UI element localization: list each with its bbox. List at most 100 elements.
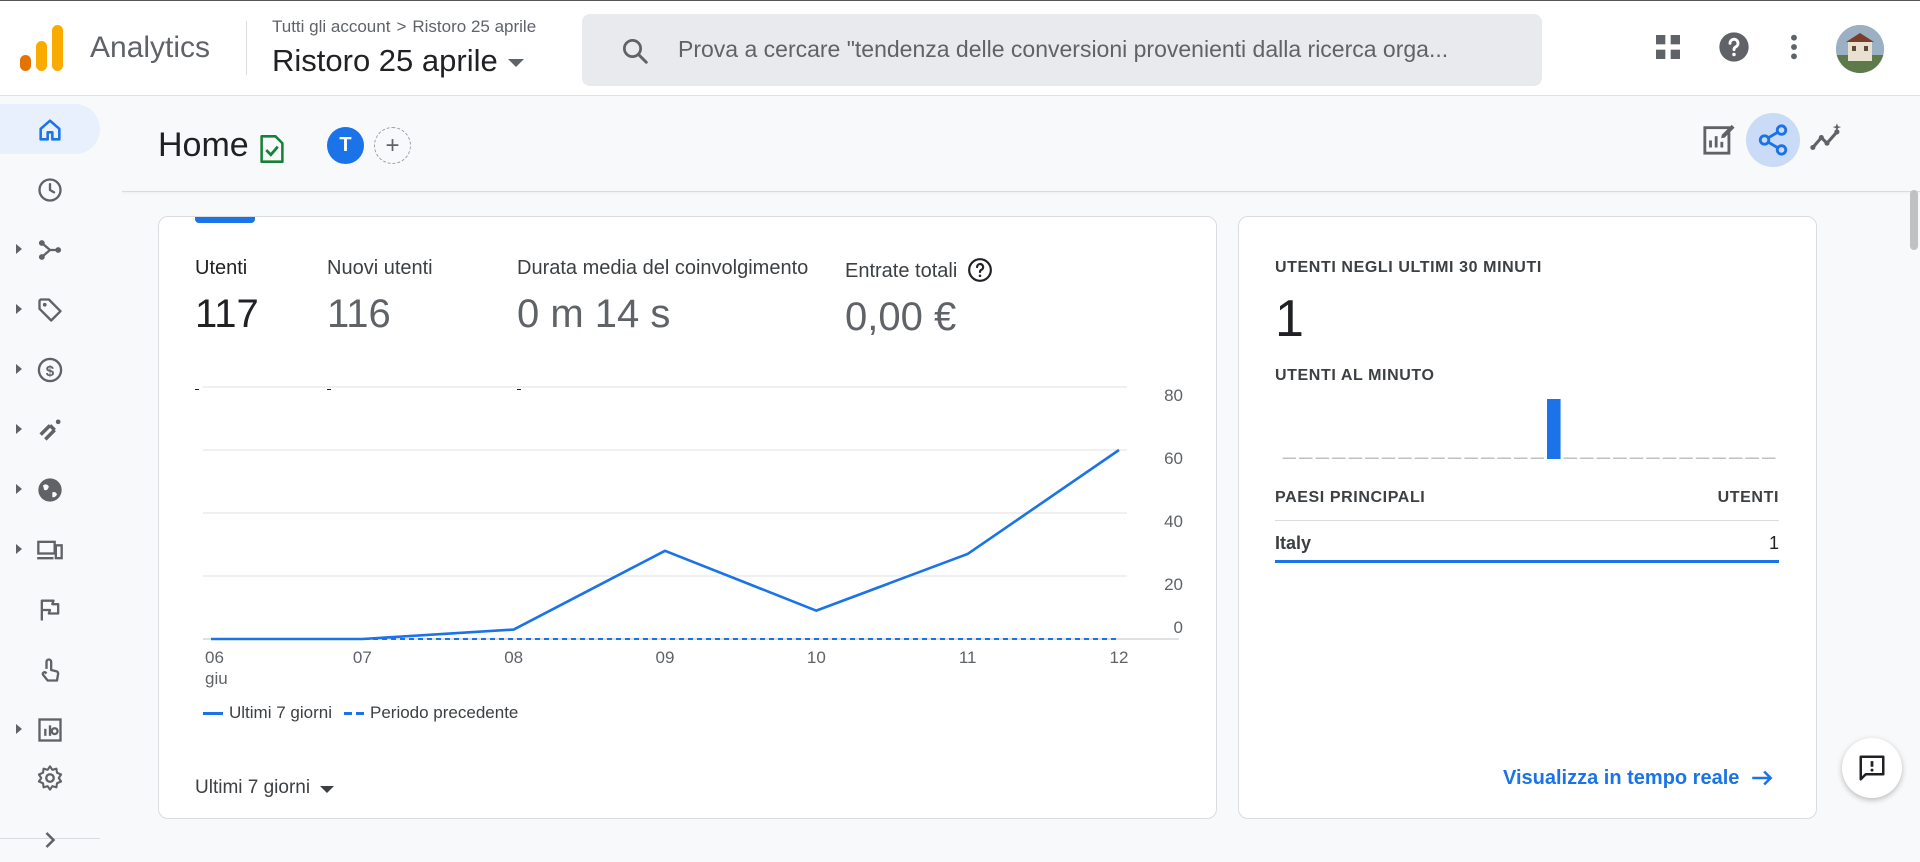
minute-bar[interactable] (1282, 457, 1297, 460)
devices-icon (37, 540, 63, 560)
y-tick-label: 80 (1164, 386, 1183, 405)
analytics-logo[interactable] (20, 25, 64, 71)
minute-bar[interactable] (1447, 457, 1462, 460)
minute-bar[interactable] (1398, 457, 1412, 460)
avatar-image (1836, 25, 1884, 73)
search-icon (623, 39, 648, 64)
svg-text:$: $ (46, 363, 55, 380)
sidebar-item-engagement[interactable] (0, 464, 100, 514)
sidebar-item-admin[interactable] (0, 752, 100, 802)
legend-item-previous: Periodo precedente (343, 703, 518, 723)
property-name: Ristoro 25 aprile (272, 43, 498, 78)
sidebar-expand[interactable] (0, 814, 100, 862)
overview-card: Utenti 117 Nuovi utenti 116 Durata media… (158, 216, 1217, 819)
search-bar[interactable]: Prova a cercare "tendenza delle conversi… (582, 14, 1542, 86)
country-share-bar (1275, 560, 1779, 563)
sidebar-item-monetization[interactable]: $ (0, 344, 100, 394)
minute-bar[interactable] (1596, 457, 1611, 460)
reports-snapshot-icon (38, 178, 62, 202)
minute-bar[interactable] (1513, 457, 1528, 460)
minute-bar[interactable] (1662, 457, 1677, 460)
sidebar-item-home[interactable] (0, 104, 100, 154)
apps-grid-icon[interactable] (1652, 31, 1684, 63)
sidebar-item-reports-snapshot[interactable] (0, 164, 100, 214)
x-tick-label: 12 (1110, 648, 1129, 667)
minute-bar[interactable] (1728, 457, 1743, 460)
feedback-icon (1859, 755, 1885, 781)
minute-bar[interactable] (1712, 457, 1726, 460)
minute-bar[interactable] (1613, 457, 1627, 460)
flag-icon (40, 599, 60, 621)
gear-icon (37, 765, 63, 791)
expand-arrow-icon (16, 244, 22, 254)
sidebar-item-events[interactable] (0, 644, 100, 694)
sidebar-item-tags[interactable] (0, 284, 100, 334)
legend-label: Ultimi 7 giorni (229, 703, 332, 722)
series-line-current (211, 448, 1120, 641)
arrow-right-icon (1752, 770, 1773, 786)
breadcrumb-property[interactable]: Ristoro 25 aprile (412, 17, 536, 36)
x-tick-label: 06 (205, 648, 224, 667)
minute-bar[interactable] (1480, 457, 1495, 460)
minute-bar[interactable] (1348, 457, 1363, 460)
minute-bar[interactable] (1761, 457, 1776, 460)
x-tick-label: 09 (656, 648, 675, 667)
user-avatar[interactable]: T (327, 127, 364, 164)
minute-bar[interactable] (1679, 457, 1693, 460)
sidebar-item-library[interactable] (0, 704, 100, 754)
top-bar: Analytics Tutti gli account > Ristoro 25 a… (0, 0, 1920, 96)
minute-bar[interactable] (1332, 457, 1346, 460)
monetization-icon: $ (37, 357, 63, 383)
view-realtime-link[interactable]: Visualizza in tempo reale (1503, 765, 1775, 791)
verified-doc-icon[interactable] (258, 134, 286, 164)
breadcrumb-account[interactable]: Tutti gli account (272, 17, 390, 36)
x-tick-sublabel: giu (205, 669, 228, 688)
minute-bar[interactable] (1646, 457, 1660, 460)
help-icon[interactable] (1718, 31, 1750, 63)
account-avatar[interactable] (1836, 25, 1884, 73)
minute-bar[interactable] (1629, 457, 1644, 460)
sidebar-item-tech[interactable] (0, 524, 100, 574)
minute-bar[interactable] (1365, 457, 1379, 460)
date-range-selector[interactable]: Ultimi 7 giorni (195, 777, 335, 799)
minute-bar[interactable] (1530, 457, 1545, 460)
search-input[interactable]: Prova a cercare "tendenza delle conversi… (678, 36, 1518, 63)
feedback-button[interactable] (1842, 738, 1902, 798)
x-tick-label: 11 (959, 648, 977, 667)
insights-icon[interactable] (1810, 122, 1844, 156)
breadcrumb-separator: > (396, 17, 407, 36)
minute-bar[interactable] (1381, 457, 1396, 460)
home-icon (39, 119, 61, 141)
countries-header: PAESI PRINCIPALI UTENTI (1275, 489, 1779, 507)
more-vert-icon[interactable] (1778, 31, 1810, 63)
app-name: Analytics (90, 31, 211, 64)
minute-bar[interactable] (1745, 457, 1759, 460)
minute-bar[interactable] (1431, 457, 1445, 460)
sidebar-item-conversions[interactable] (0, 584, 100, 634)
x-tick-label: 07 (353, 648, 372, 667)
minute-bar[interactable] (1464, 457, 1478, 460)
country-row[interactable]: Italy 1 (1275, 533, 1779, 554)
minute-bar[interactable] (1563, 457, 1578, 460)
legend-item-current: Ultimi 7 giorni (203, 703, 332, 723)
sidebar-item-explore[interactable] (0, 224, 100, 274)
realtime-value: 1 (1275, 290, 1304, 348)
minute-bar[interactable] (1547, 399, 1561, 459)
minute-bar[interactable] (1695, 457, 1710, 460)
add-comparison-button[interactable]: + (374, 127, 411, 164)
x-tick-label: 08 (504, 648, 523, 667)
minute-bar[interactable] (1414, 457, 1429, 460)
date-range-label: Ultimi 7 giorni (195, 777, 311, 798)
table-divider (1275, 520, 1779, 521)
minute-bar[interactable] (1299, 457, 1313, 460)
minute-bar[interactable] (1497, 457, 1511, 460)
scrollbar-thumb[interactable] (1910, 190, 1918, 250)
minute-bar[interactable] (1315, 457, 1330, 460)
minute-bar[interactable] (1580, 457, 1594, 460)
page-title: Home (158, 126, 249, 164)
property-selector[interactable]: Ristoro 25 aprile (272, 43, 524, 79)
customize-report-icon[interactable] (1702, 122, 1736, 156)
sidebar-item-acquisition[interactable] (0, 404, 100, 454)
expand-arrow-icon (16, 364, 22, 374)
breadcrumb[interactable]: Tutti gli account > Ristoro 25 aprile (272, 17, 536, 37)
